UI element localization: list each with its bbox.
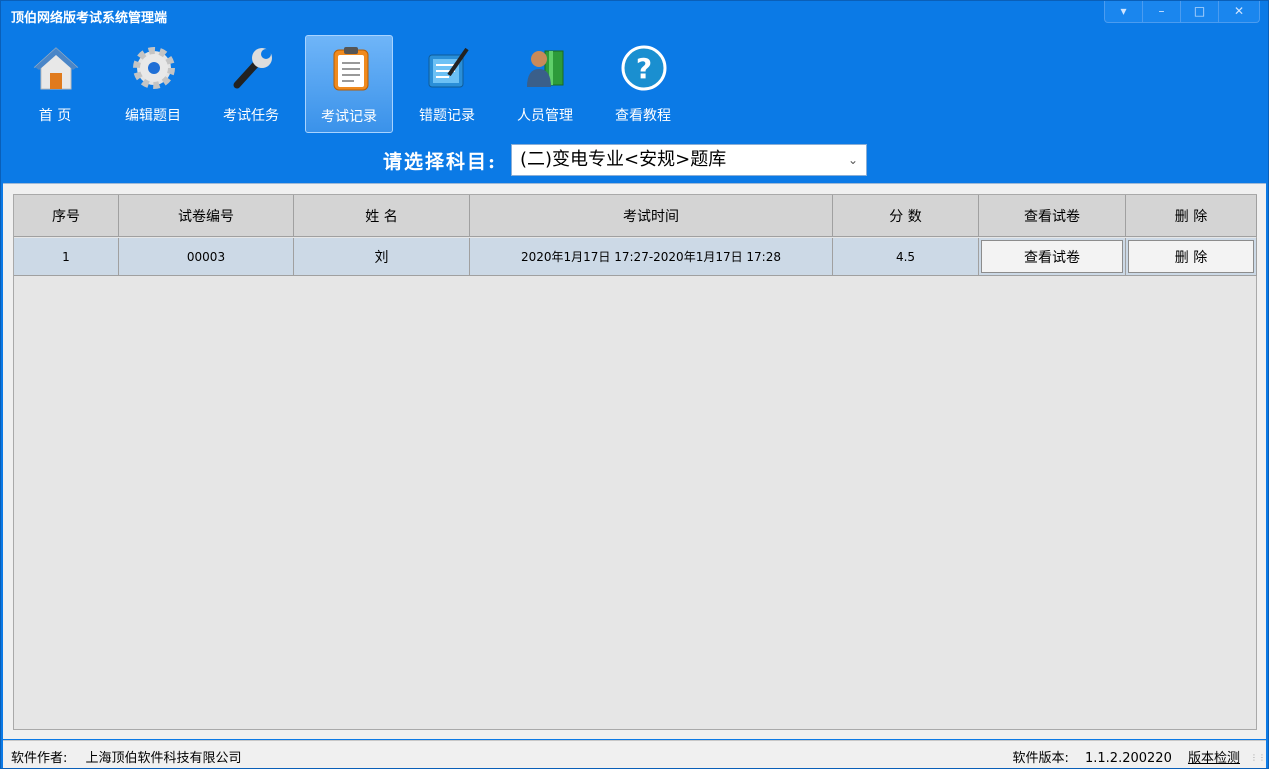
column-header-time[interactable]: 考试时间 (470, 195, 833, 237)
user-icon (527, 50, 564, 87)
column-header-score[interactable]: 分 数 (833, 195, 979, 237)
toolbar-edit-questions-button[interactable]: 编辑题目 (109, 35, 197, 133)
svg-text:?: ? (636, 52, 652, 85)
toolbar-label: 首 页 (38, 108, 72, 124)
column-header-paper-no[interactable]: 试卷编号 (119, 195, 294, 237)
version-value: 1.1.2.200220 (1085, 751, 1172, 766)
cell-delete: 删 除 (1126, 238, 1257, 276)
table-header: 序号 试卷编号 姓 名 考试时间 分 数 查看试卷 删 除 (14, 195, 1257, 237)
toolbar-label: 编辑题目 (125, 108, 181, 124)
column-header-delete[interactable]: 删 除 (1126, 195, 1257, 237)
cell-index: 1 (14, 238, 119, 276)
gear-icon (133, 47, 175, 89)
app-window: 顶伯网络版考试系统管理端 ▾ – □ ✕ 首 页 编辑题目 考试任务 考试记录 … (0, 0, 1269, 769)
subject-label: 请选择科目: (383, 150, 498, 173)
version-check-link[interactable]: 版本检测 (1188, 751, 1240, 766)
table-row[interactable]: 1 00003 刘 2020年1月17日 17:27-2020年1月17日 17… (14, 238, 1257, 276)
cell-score: 4.5 (833, 238, 979, 276)
cell-view: 查看试卷 (979, 238, 1126, 276)
maximize-icon[interactable]: □ (1181, 1, 1219, 23)
close-icon[interactable]: ✕ (1219, 1, 1259, 23)
toolbar-user-management-button[interactable]: 人员管理 (501, 35, 589, 133)
version-label: 软件版本: (1012, 751, 1069, 766)
column-header-name[interactable]: 姓 名 (294, 195, 470, 237)
menu-icon[interactable]: ▾ (1105, 1, 1143, 23)
toolbar-label: 查看教程 (615, 108, 671, 124)
status-bar: 软件作者: 上海顶伯软件科技有限公司 软件版本: 1.1.2.200220 版本… (3, 740, 1266, 768)
author-label: 软件作者: (11, 751, 68, 766)
toolbar-exam-records-button[interactable]: 考试记录 (305, 35, 393, 133)
home-icon (33, 47, 79, 90)
toolbar-home-button[interactable]: 首 页 (11, 35, 99, 133)
subject-dropdown[interactable]: (二)变电专业<安规>题库 ⌄ (511, 144, 868, 176)
window-controls: ▾ – □ ✕ (1104, 1, 1260, 23)
column-header-index[interactable]: 序号 (14, 195, 119, 237)
toolbar-tutorial-button[interactable]: ? 查看教程 (599, 35, 687, 133)
subject-selected-value: (二)变电专业<安规>题库 (520, 149, 727, 170)
notebook-icon (428, 47, 469, 88)
chevron-down-icon[interactable]: ⌄ (848, 145, 858, 175)
resize-grip-icon[interactable]: ⋮⋮ (1250, 753, 1266, 765)
author-value: 上海顶伯软件科技有限公司 (85, 751, 242, 766)
cell-name: 刘 (294, 238, 470, 276)
toolbar-label: 考试记录 (321, 109, 377, 125)
cell-time: 2020年1月17日 17:27-2020年1月17日 17:28 (470, 238, 833, 276)
records-panel: 序号 试卷编号 姓 名 考试时间 分 数 查看试卷 删 除 1 00003 刘 … (3, 183, 1266, 739)
toolbar-wrong-questions-button[interactable]: 错题记录 (403, 35, 491, 133)
delete-button[interactable]: 删 除 (1128, 240, 1254, 273)
minimize-icon[interactable]: – (1143, 1, 1181, 23)
cell-paper-no: 00003 (119, 238, 294, 276)
wrench-icon (233, 48, 272, 89)
toolbar-exam-tasks-button[interactable]: 考试任务 (207, 35, 295, 133)
view-paper-button[interactable]: 查看试卷 (981, 240, 1123, 273)
toolbar-label: 错题记录 (419, 108, 475, 124)
title-bar[interactable]: 顶伯网络版考试系统管理端 ▾ – □ ✕ (1, 1, 1268, 29)
column-header-view[interactable]: 查看试卷 (979, 195, 1126, 237)
window-title: 顶伯网络版考试系统管理端 (11, 11, 168, 26)
clipboard-icon (333, 47, 369, 91)
records-table[interactable]: 序号 试卷编号 姓 名 考试时间 分 数 查看试卷 删 除 1 00003 刘 … (13, 194, 1257, 730)
subject-selector: 请选择科目: (二)变电专业<安规>题库 ⌄ (383, 144, 868, 176)
toolbar-label: 考试任务 (223, 108, 279, 124)
help-icon: ? (621, 45, 667, 91)
main-toolbar: 首 页 编辑题目 考试任务 考试记录 错题记录 人员管理 ? 查看教程 (11, 35, 697, 135)
toolbar-label: 人员管理 (517, 108, 573, 124)
author-info: 软件作者: 上海顶伯软件科技有限公司 (11, 747, 256, 766)
version-info: 软件版本: 1.1.2.200220 版本检测 (1000, 747, 1240, 766)
